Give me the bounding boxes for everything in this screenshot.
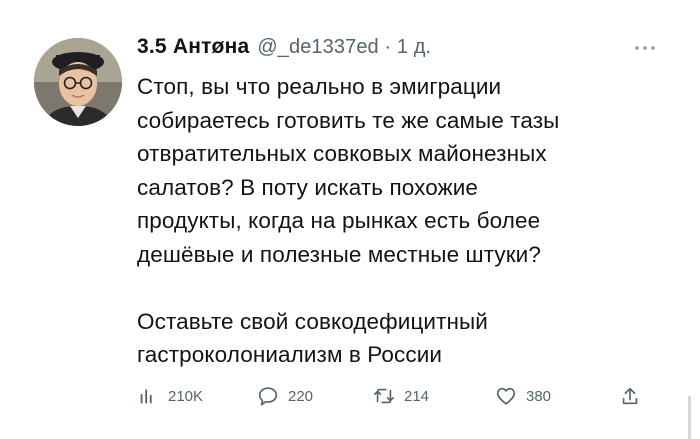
author-name[interactable]: 3.5 Антøна <box>137 35 249 59</box>
reply-count: 220 <box>288 387 314 405</box>
more-options-button[interactable] <box>634 36 656 57</box>
tweet-actions-bar: 210K 220 214 380 <box>137 381 657 411</box>
text-line: собираетесь готовить те же самые тазы <box>137 107 560 133</box>
like-button[interactable]: 380 <box>495 381 551 411</box>
retweet-count: 214 <box>404 387 430 405</box>
text-line: салатов? В поту искать похожие <box>137 174 479 200</box>
text-line: отвратительных совковых майонезных <box>137 141 547 167</box>
text-line: Стоп, вы что реально в эмиграции <box>137 74 502 99</box>
heart-icon <box>496 387 516 405</box>
tweet-header: 3.5 Антøна @_de1337ed · 1 д. <box>137 35 431 63</box>
tweet-paragraph: Стоп, вы что реально в эмиграции собирае… <box>137 70 647 272</box>
tweet-paragraph: Оставьте свой совкодефицитный гастроколо… <box>137 305 647 372</box>
text-line: Оставьте свой совкодефицитный <box>137 308 488 334</box>
views-button[interactable]: 210K <box>137 381 203 411</box>
retweet-icon <box>374 388 394 404</box>
retweet-button[interactable]: 214 <box>373 381 429 411</box>
avatar[interactable] <box>34 38 122 126</box>
author-handle-and-time[interactable]: @_de1337ed · 1 д. <box>257 36 431 59</box>
views-count: 210K <box>168 387 204 405</box>
text-line: дешёвые и полезные местные штуки? <box>137 241 541 267</box>
more-horizontal-icon <box>635 46 655 50</box>
avatar-image <box>34 38 122 126</box>
share-icon <box>622 387 638 405</box>
like-count: 380 <box>526 387 552 405</box>
scrollbar-thumb[interactable] <box>688 396 691 439</box>
bar-chart-icon <box>140 389 152 404</box>
text-line: гастроколониализм в России <box>137 342 443 368</box>
tweet-card[interactable]: 3.5 Антøна @_de1337ed · 1 д. Стоп, вы чт… <box>0 0 700 439</box>
share-button[interactable] <box>619 381 641 411</box>
text-line: продукты, когда на рынках есть более <box>137 208 541 234</box>
reply-bubble-icon <box>258 387 278 406</box>
tweet-text: Стоп, вы что реально в эмиграции собирае… <box>137 70 647 372</box>
reply-button[interactable]: 220 <box>257 381 313 411</box>
